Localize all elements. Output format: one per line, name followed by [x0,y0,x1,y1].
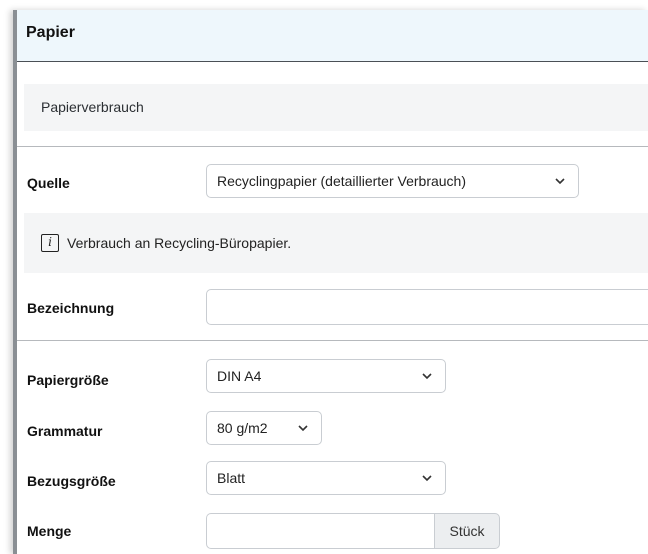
designation-label: Bezeichnung [27,300,115,316]
section-title: Papierverbrauch [41,99,144,115]
divider [17,146,648,147]
source-select[interactable]: Recyclingpapier (detaillierter Verbrauch… [206,164,579,198]
section-header: Papierverbrauch [24,84,648,131]
paper-panel: Papier Papierverbrauch Quelle Recyclingp… [13,10,648,554]
paper-size-select-value: DIN A4 [217,368,262,384]
quantity-unit: Stück [449,523,485,539]
grammage-select[interactable]: 80 g/m2 [206,411,322,445]
info-text: Verbrauch an Recycling-Büropapier. [67,235,292,251]
quantity-input[interactable] [206,513,434,549]
source-label: Quelle [27,175,70,191]
grammage-select-value: 80 g/m2 [217,420,268,436]
grammage-label: Grammatur [27,423,103,439]
reference-unit-label: Bezugsgröße [27,473,116,489]
info-icon: i [41,234,59,252]
reference-unit-select-value: Blatt [217,470,246,486]
source-select-value: Recyclingpapier (detaillierter Verbrauch… [217,173,467,189]
quantity-unit-addon: Stück [434,513,500,549]
info-box: i Verbrauch an Recycling-Büropapier. [24,213,648,273]
reference-unit-select[interactable]: Blatt [206,461,446,495]
panel-header: Papier [17,10,648,62]
chevron-down-icon [422,373,432,380]
quantity-label: Menge [27,523,72,539]
divider [17,340,648,341]
paper-size-select[interactable]: DIN A4 [206,359,446,393]
designation-input[interactable] [206,289,648,325]
quantity-input-group: Stück [206,513,500,549]
panel-title: Papier [26,24,75,41]
chevron-down-icon [422,475,432,482]
chevron-down-icon [555,178,565,185]
paper-size-label: Papiergröße [27,372,109,388]
chevron-down-icon [298,425,308,432]
